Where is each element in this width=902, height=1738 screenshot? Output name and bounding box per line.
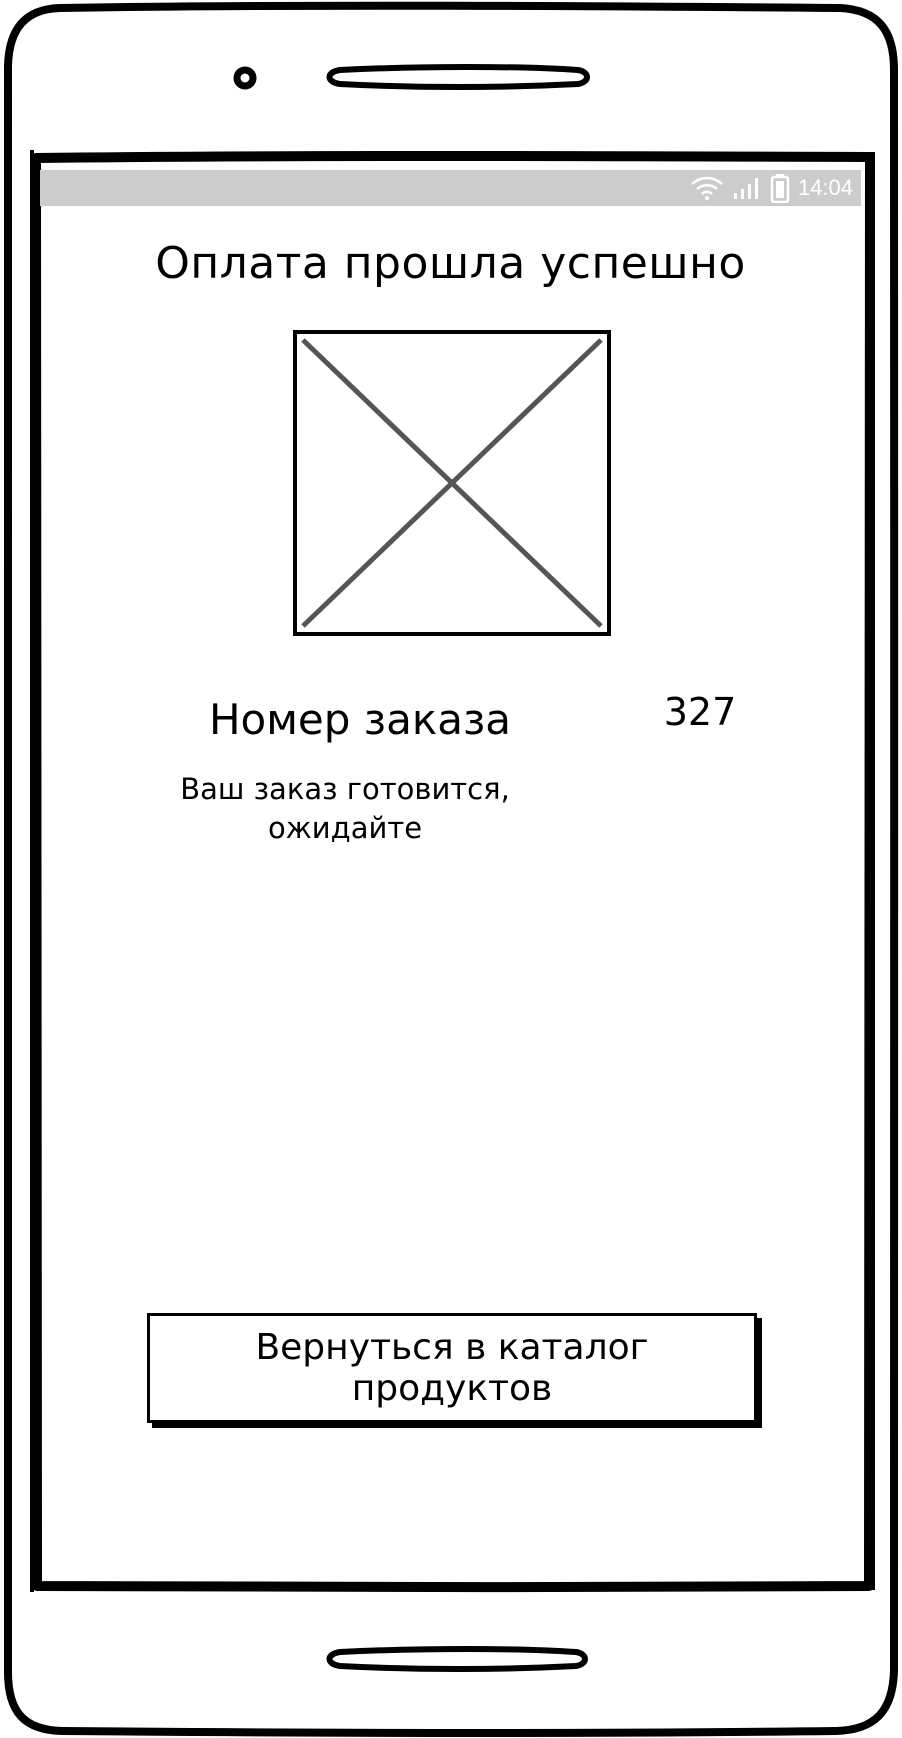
order-number-value: 327 [663,690,737,734]
battery-icon [770,173,790,203]
status-icons: 14:04 [690,170,853,206]
signal-icon [732,175,762,201]
wifi-icon [690,175,724,201]
page-title: Оплата прошла успешно [155,238,746,289]
status-time: 14:04 [797,175,853,200]
camera-dot [233,66,257,90]
order-status-line: ожидайте [267,811,423,845]
back-to-catalog-button[interactable]: Вернуться в каталог продуктов [147,1313,757,1423]
order-number-label: Номер заказа [208,695,512,744]
image-placeholder-icon [293,330,611,636]
order-status-text: Ваш заказ готовится, ожидайте [160,770,530,848]
order-status-line: Ваш заказ готовится, [180,772,510,806]
status-bar: 14:04 [40,170,861,206]
